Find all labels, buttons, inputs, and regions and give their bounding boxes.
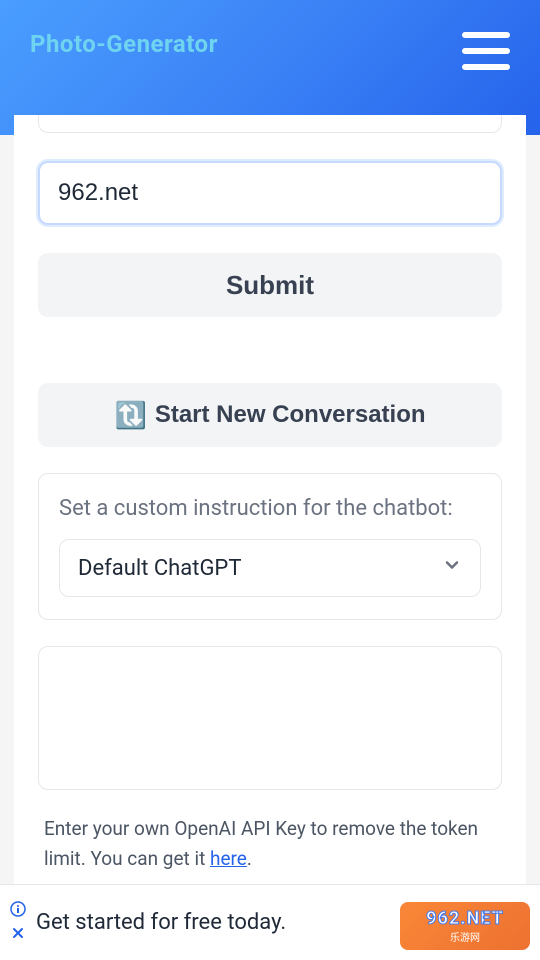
ad-controls — [10, 901, 26, 945]
api-key-info-text: Enter your own OpenAI API Key to remove … — [38, 814, 502, 875]
hamburger-line — [462, 64, 510, 70]
info-text-suffix: . — [247, 847, 252, 870]
submit-button[interactable]: Submit — [38, 253, 502, 317]
app-logo: Photo-Generator — [30, 30, 218, 58]
ad-banner: Get started for free today. 962.NET 乐游网 — [0, 884, 540, 960]
instruction-label: Set a custom instruction for the chatbot… — [59, 496, 481, 521]
new-conversation-button[interactable]: 🔃 Start New Conversation — [38, 383, 502, 447]
instruction-selected-value: Default ChatGPT — [78, 556, 241, 581]
watermark-subtitle: 乐游网 — [450, 929, 480, 944]
ad-info-icon[interactable] — [10, 901, 26, 921]
prompt-input[interactable] — [38, 161, 502, 225]
info-text-prefix: Enter your own OpenAI API Key to remove … — [44, 817, 478, 870]
new-conversation-label: Start New Conversation — [155, 401, 426, 429]
refresh-icon: 🔃 — [114, 400, 146, 431]
ad-text[interactable]: Get started for free today. — [36, 910, 286, 935]
hamburger-line — [462, 48, 510, 54]
ad-close-icon[interactable] — [10, 925, 26, 945]
instruction-select-wrapper: Default ChatGPT — [59, 539, 481, 597]
chevron-down-icon — [442, 555, 462, 581]
menu-toggle-button[interactable] — [462, 32, 510, 70]
api-key-link[interactable]: here — [210, 847, 247, 870]
watermark-main: 962.NET — [426, 908, 504, 929]
main-content: Submit 🔃 Start New Conversation Set a cu… — [14, 115, 526, 895]
hamburger-line — [462, 32, 510, 38]
instruction-panel: Set a custom instruction for the chatbot… — [38, 473, 502, 620]
previous-input-stub — [38, 115, 502, 133]
watermark-badge: 962.NET 乐游网 — [400, 902, 530, 950]
instruction-select[interactable]: Default ChatGPT — [59, 539, 481, 597]
api-key-input-box[interactable] — [38, 646, 502, 790]
